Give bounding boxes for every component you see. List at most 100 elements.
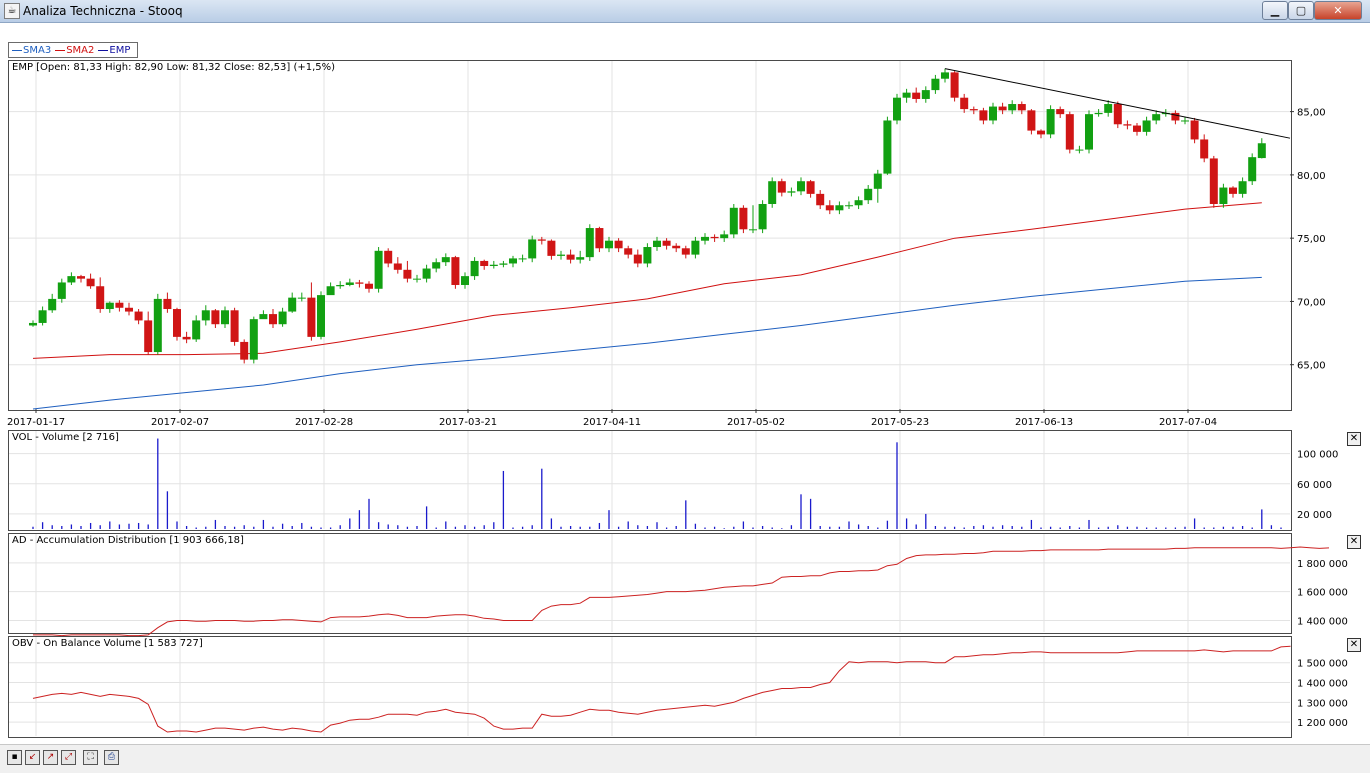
candle-body xyxy=(115,302,124,308)
candle-body xyxy=(1037,130,1045,135)
candle-body xyxy=(374,250,383,289)
print-icon[interactable]: ⎙ xyxy=(104,750,119,765)
candle-body xyxy=(729,207,738,235)
y-tick-label: 1 500 000 xyxy=(1297,659,1348,670)
volume-panel-title: VOL - Volume [2 716] xyxy=(12,432,119,443)
y-tick-label: 1 600 000 xyxy=(1297,588,1348,599)
candle-body xyxy=(144,320,153,353)
candle-body xyxy=(797,181,805,192)
candle-body xyxy=(989,106,997,121)
zoom-fit-icon[interactable]: ⤢ xyxy=(61,750,76,765)
candle-body xyxy=(173,309,181,337)
candle-body xyxy=(57,282,66,299)
candle-body xyxy=(1257,143,1266,159)
ad-panel-title: AD - Accumulation Distribution [1 903 66… xyxy=(12,535,244,546)
candle-body xyxy=(624,248,633,255)
candle-body xyxy=(355,282,364,284)
candle-body xyxy=(1181,120,1189,122)
candle-body xyxy=(912,92,921,99)
candle-body xyxy=(278,311,287,325)
candle-body xyxy=(1238,181,1247,194)
candle-body xyxy=(969,109,978,111)
candle-body xyxy=(1209,158,1218,204)
candle-body xyxy=(96,286,105,310)
candle-body xyxy=(806,181,815,194)
candle-body xyxy=(249,319,258,360)
candle-body xyxy=(489,264,498,267)
close-ad-panel-button[interactable]: ✕ xyxy=(1347,535,1361,549)
candle-body xyxy=(605,240,613,249)
x-tick-label: 2017-04-11 xyxy=(583,417,641,428)
candle-body xyxy=(432,262,441,269)
candle-body xyxy=(518,258,527,260)
candle-body xyxy=(547,240,556,256)
y-tick-label: 1 400 000 xyxy=(1297,679,1348,690)
candle-body xyxy=(672,245,681,249)
candle-body xyxy=(998,106,1007,111)
candle-body xyxy=(336,284,345,287)
candle-body xyxy=(461,276,469,285)
zoom-out-icon[interactable]: ↗ xyxy=(43,750,58,765)
candle-body xyxy=(1219,187,1228,204)
candle-body xyxy=(633,254,642,264)
candle-body xyxy=(384,250,393,264)
candle-body xyxy=(883,120,892,174)
candle-body xyxy=(125,307,133,312)
candle-body xyxy=(153,298,162,353)
candle-body xyxy=(893,97,901,121)
close-icon: ✕ xyxy=(1349,639,1359,650)
candle-body xyxy=(1094,112,1103,115)
candle-body xyxy=(960,97,969,110)
candle-body xyxy=(825,205,834,211)
candle-body xyxy=(1075,149,1084,151)
chart-canvas: 2017-01-17 2017-02-07 2017-02-28 2017-03-21… xyxy=(7,61,1348,736)
candle-body xyxy=(1046,109,1055,135)
candle-body xyxy=(259,314,268,320)
y-tick-label: 1 300 000 xyxy=(1297,698,1348,709)
y-tick-label: 80,00 xyxy=(1297,171,1326,182)
y-tick-label: 100 000 xyxy=(1297,450,1338,461)
candle-body xyxy=(950,72,959,98)
candle-body xyxy=(1152,114,1161,121)
candle-body xyxy=(192,320,201,340)
candle-body xyxy=(864,188,873,201)
candle-body xyxy=(480,260,489,267)
candle-body xyxy=(211,310,220,325)
y-tick-label: 20 000 xyxy=(1297,510,1332,521)
candle-body xyxy=(941,72,949,79)
y-tick-label: 85,00 xyxy=(1297,108,1326,119)
candle-body xyxy=(1113,104,1122,125)
candle-body xyxy=(758,203,767,230)
candle-body xyxy=(1008,104,1017,111)
candle-body xyxy=(422,268,431,279)
candle-body xyxy=(614,240,623,249)
save-icon[interactable]: ▪ xyxy=(7,750,22,765)
candle-body xyxy=(134,311,143,321)
candle-body xyxy=(1229,187,1237,194)
x-tick-label: 2017-07-04 xyxy=(1159,417,1217,428)
x-tick-label: 2017-02-28 xyxy=(295,417,353,428)
fullscreen-icon[interactable]: ⛶ xyxy=(83,750,98,765)
close-volume-panel-button[interactable]: ✕ xyxy=(1347,432,1361,446)
candle-body xyxy=(317,295,325,337)
candle-body xyxy=(1085,114,1093,150)
candle-body xyxy=(509,258,517,264)
y-tick-label: 65,00 xyxy=(1297,361,1326,372)
candle-body xyxy=(873,173,882,189)
candle-body xyxy=(38,310,47,323)
candle-body xyxy=(230,310,239,342)
x-tick-label: 2017-02-07 xyxy=(151,417,209,428)
candle-body xyxy=(326,286,335,296)
close-obv-panel-button[interactable]: ✕ xyxy=(1347,638,1361,652)
close-icon: ✕ xyxy=(1349,536,1359,547)
x-tick-label: 2017-05-23 xyxy=(871,417,929,428)
candle-body xyxy=(201,310,210,321)
candle-body xyxy=(182,336,191,340)
candle-body xyxy=(105,302,114,310)
obv-line xyxy=(32,645,1291,733)
candle-body xyxy=(77,276,85,279)
y-tick-label: 1 200 000 xyxy=(1297,718,1348,729)
zoom-in-icon[interactable]: ↙ xyxy=(25,750,40,765)
candle-body xyxy=(67,276,76,283)
candle-body xyxy=(441,257,450,263)
